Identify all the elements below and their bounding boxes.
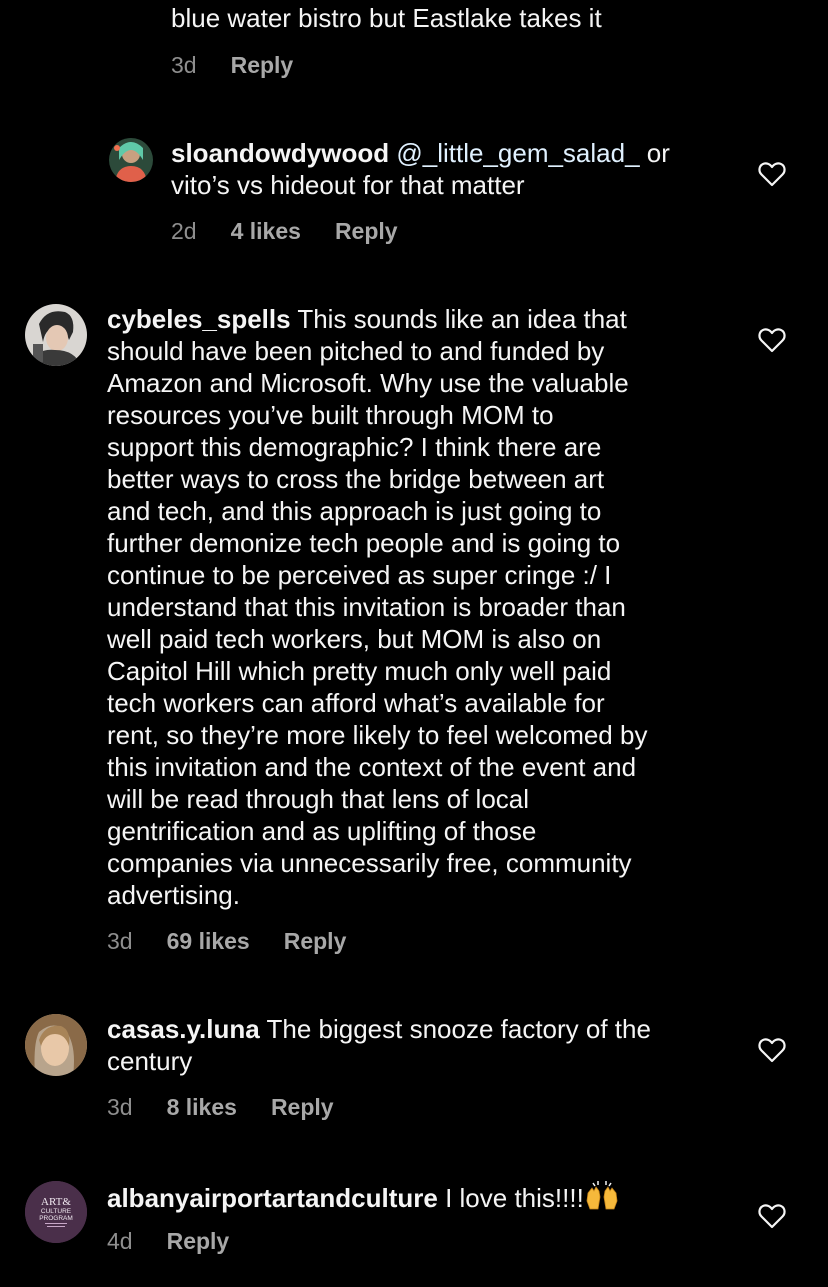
- comment-meta: 3d Reply: [171, 51, 293, 79]
- comment-likes[interactable]: 4 likes: [231, 217, 301, 245]
- comment-time: 4d: [107, 1228, 133, 1254]
- logo-line1: ART&: [41, 1196, 71, 1208]
- comment-text: cybeles_spells This sounds like an idea …: [107, 303, 747, 911]
- avatar[interactable]: [109, 138, 153, 182]
- comment-text: casas.y.luna The biggest snooze factory …: [107, 1013, 747, 1077]
- comment-text: sloandowdywood @_little_gem_salad_ or vi…: [171, 137, 751, 201]
- comment-meta: 2d 4 likes Reply: [171, 217, 398, 245]
- avatar[interactable]: [25, 1014, 87, 1076]
- comment-username[interactable]: sloandowdywood: [171, 138, 389, 168]
- comment-meta: 3d 8 likes Reply: [107, 1093, 334, 1121]
- comment-time: 3d: [171, 52, 197, 78]
- reply-button[interactable]: Reply: [231, 51, 294, 79]
- comment-time: 2d: [171, 218, 197, 244]
- logo-line2: CULTURE: [41, 1208, 72, 1215]
- comment-text: albanyairportartandculture I love this!!…: [107, 1179, 747, 1214]
- comment-body: This sounds like an idea that should hav…: [107, 304, 648, 910]
- reply-button[interactable]: Reply: [271, 1093, 334, 1121]
- comment-time: 3d: [107, 928, 133, 954]
- raising-hands-emoji: [586, 1181, 618, 1210]
- reply-button[interactable]: Reply: [167, 1227, 230, 1255]
- heart-outline-icon[interactable]: [758, 1203, 786, 1229]
- heart-outline-icon[interactable]: [758, 161, 786, 187]
- comment-likes[interactable]: 69 likes: [167, 927, 250, 955]
- logo-line3: PROGRAM: [39, 1215, 73, 1222]
- reply-button[interactable]: Reply: [284, 927, 347, 955]
- comment-time: 3d: [107, 1094, 133, 1120]
- comment-likes[interactable]: 8 likes: [167, 1093, 237, 1121]
- comment-mention[interactable]: @_little_gem_salad_: [396, 138, 639, 168]
- heart-outline-icon[interactable]: [758, 1037, 786, 1063]
- reply-button[interactable]: Reply: [335, 217, 398, 245]
- comment-text: blue water bistro but Eastlake takes it: [171, 3, 602, 33]
- comment-username[interactable]: cybeles_spells: [107, 304, 291, 334]
- comment-meta: 3d 69 likes Reply: [107, 927, 346, 955]
- heart-outline-icon[interactable]: [758, 327, 786, 353]
- comment-username[interactable]: albanyairportartandculture: [107, 1183, 438, 1213]
- avatar[interactable]: ART& CULTURE PROGRAM: [25, 1181, 87, 1243]
- comment-username[interactable]: casas.y.luna: [107, 1014, 260, 1044]
- comment-body: I love this!!!!: [437, 1183, 584, 1213]
- art-culture-logo: ART& CULTURE PROGRAM: [25, 1181, 87, 1243]
- avatar[interactable]: [25, 304, 87, 366]
- comment-meta: 4d Reply: [107, 1227, 229, 1255]
